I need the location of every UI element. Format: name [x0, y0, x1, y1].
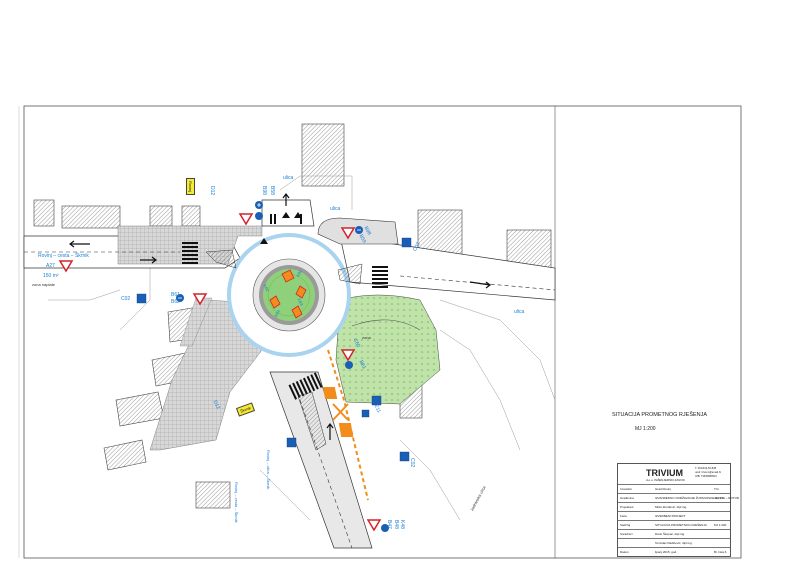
yellow-sign-top: Rovinj: [186, 178, 195, 196]
title-block-value: IZVANREDNO ODRŽAVANJE ŽUPANIJSKE CESTE –…: [655, 496, 740, 500]
title-block-number: 44 / 15: [714, 496, 724, 500]
title-block-row: Suradnici Dario Škopac, dipl.ing.: [618, 529, 730, 536]
title-block-row: Projektant Mirko Đorđević, dipl.ing.: [618, 502, 730, 509]
sign-round-north2: [255, 212, 263, 220]
label-area: 150 m²: [43, 273, 59, 279]
sign-crosswalk-south: [286, 437, 297, 448]
label-street-right2: ulica: [514, 309, 525, 315]
sign-label-b47: B47: [386, 520, 392, 529]
company-name: TRIVIUM: [646, 468, 683, 478]
label-street-top: ulica: [283, 175, 294, 181]
title-block-number: Br. lista 6.: [714, 550, 728, 554]
title-block-value: Tomislav Radičević, dipl.ing.: [655, 541, 693, 545]
sign-label-b62: B62: [171, 299, 180, 305]
title-block-number: T.D.: [714, 487, 720, 491]
company-address3: OIB: 73636889516: [695, 475, 717, 478]
label-road-left: Rovinj – cesta – Škrnik: [38, 253, 89, 259]
title-block-row: Faza IZVEDBENI PROJEKT: [618, 511, 730, 518]
sign-round-south: [345, 361, 353, 369]
label-road-bottom-left: Rovinj – ulica – Škrnik: [266, 450, 271, 490]
title-block-value: Dario Škopac, dipl.ing.: [655, 532, 686, 536]
sign-crosswalk-south2: [399, 451, 410, 462]
label-road-bottom: Rovinj – cesta – Škrnik: [234, 482, 239, 523]
drawing-title: SITUACIJA PROMETNOG RJEŠENJA: [612, 412, 708, 418]
title-block-row: Tomislav Radičević, dipl.ing.: [618, 538, 730, 545]
label-a27: A27: [46, 263, 55, 269]
sign-pedestrian-mid: [361, 409, 370, 418]
sign-crosswalk-west: [136, 293, 147, 304]
yield-sign-bottom: [366, 519, 382, 532]
title-block-key: Faza: [620, 514, 627, 518]
title-block-key: Suradnici: [620, 532, 633, 536]
company-subtitle: d.o.o. INŽENJERSKI ZAVOD: [646, 478, 685, 482]
yield-sign-north: [238, 213, 254, 226]
yellow-sign-top-text: Rovinj: [188, 181, 193, 193]
title-block-value: Mirko Đorđević, dipl.ing.: [655, 505, 688, 509]
title-block-value: Grad Rovinj: [655, 487, 671, 491]
title-block-key: Investitor: [620, 487, 633, 491]
sign-label-c02-bottom: C02: [409, 458, 415, 468]
sign-label-b48: B48: [393, 520, 399, 529]
title-block-row: Datum lipanj 2015. god. Br. lista 6.: [618, 547, 730, 554]
title-block-key: Građevina: [620, 496, 634, 500]
label-parking: zona naplate: [32, 282, 55, 287]
yellow-sign-bottom-text: Škrnik: [239, 405, 252, 414]
title-block-value: IZVEDBENI PROJEKT: [655, 514, 686, 518]
sign-label-d12-top: D12: [209, 186, 215, 196]
roundabout: [227, 233, 351, 357]
title-block: TRIVIUM d.o.o. INŽENJERSKI ZAVOD T: 091/…: [617, 463, 739, 557]
sign-label-b58: B58: [269, 186, 275, 195]
sign-label-b98-top: B98: [261, 186, 267, 195]
title-block-value: lipanj 2015. god.: [655, 550, 678, 554]
sign-label-b61: B61: [171, 292, 180, 298]
title-block-value: SITUACIJA PROMETNOG RJEŠENJA: [655, 523, 707, 527]
title-block-row: Investitor Grad Rovinj T.D.: [618, 484, 730, 491]
label-street-right: ulica: [330, 206, 341, 212]
title-block-key: Projektant: [620, 505, 634, 509]
company-address: T: 091/419-53-548: [695, 467, 717, 470]
sign-label-k48: K48: [399, 520, 405, 529]
sign-label-c02-left: C02: [121, 296, 131, 302]
title-block-row: Sadržaj SITUACIJA PROMETNOG RJEŠENJA MJ 1:…: [618, 520, 730, 527]
label-zone: zona: [362, 335, 371, 340]
drawing-scale: MJ 1:200: [635, 426, 656, 432]
title-block-row: Građevina IZVANREDNO ODRŽAVANJE ŽUPANIJSK…: [618, 493, 739, 500]
title-block-key: Sadržaj: [620, 523, 631, 527]
title-block-number: MJ 1:200: [714, 523, 727, 527]
company-address2: ured: trivium@email.hr: [695, 471, 722, 474]
sign-crosswalk-east: [401, 237, 412, 248]
title-block-key: Datum: [620, 550, 629, 554]
